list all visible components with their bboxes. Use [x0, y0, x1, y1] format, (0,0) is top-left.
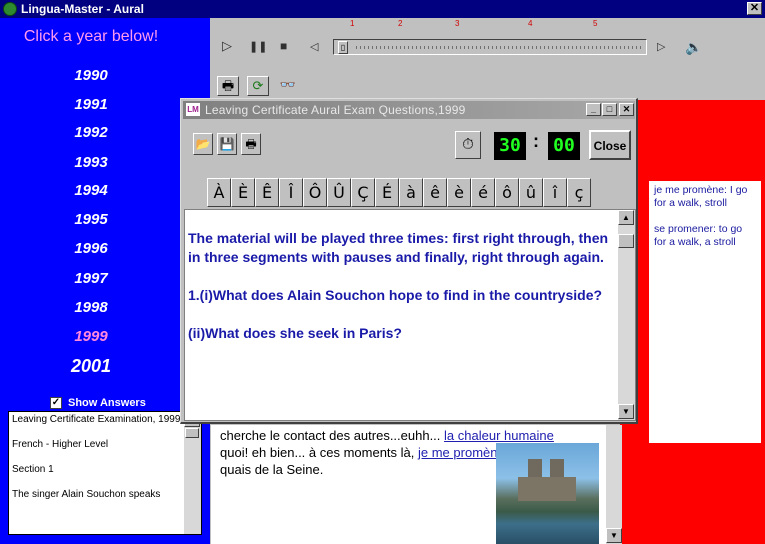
vocab-link-chaleur-humaine[interactable]: la chaleur humaine	[444, 428, 554, 443]
stop-icon[interactable]: ■	[280, 39, 287, 53]
question-paragraph: (ii)What does she seek in Paris?	[188, 325, 402, 341]
year-link-1999[interactable]: 1999	[0, 328, 182, 345]
year-link-1998[interactable]: 1998	[0, 299, 182, 316]
scroll-down-arrow-icon[interactable]: ▼	[606, 528, 622, 543]
window-close-button[interactable]: ✕	[747, 2, 762, 15]
year-link-1991[interactable]: 1991	[0, 96, 182, 113]
stopwatch-icon[interactable]: ⏱	[455, 131, 481, 159]
exam-info-box: Leaving Certificate Examination, 1999 Fr…	[8, 411, 202, 535]
accent-button[interactable]: Ô	[303, 178, 327, 207]
year-link-1994[interactable]: 1994	[0, 182, 182, 199]
year-link-1996[interactable]: 1996	[0, 240, 182, 257]
questions-text: The material will be played three times:…	[188, 229, 613, 362]
show-answers-checkbox[interactable]: ✓	[50, 397, 62, 409]
info-line: The singer Alain Souchon speaks	[12, 489, 161, 500]
timer-minutes: 30	[494, 132, 526, 160]
accent-button[interactable]: ê	[423, 178, 447, 207]
accent-button[interactable]: ô	[495, 178, 519, 207]
secondary-toolbar: 🖶 ⟳ 👓	[211, 70, 765, 100]
info-line: Leaving Certificate Examination, 1999	[12, 414, 181, 425]
accent-button[interactable]: û	[519, 178, 543, 207]
vocabulary-box: je me promène: I go for a walk, stroll s…	[649, 181, 761, 443]
year-link-1995[interactable]: 1995	[0, 211, 182, 228]
transcript-area: cherche le contact des autres...euhh... …	[211, 425, 621, 544]
notre-dame-photo	[496, 443, 599, 544]
questions-scrollbar[interactable]: ▲ ▼	[618, 210, 635, 420]
lm-logo-icon: LM	[186, 103, 200, 116]
refresh-icon[interactable]: ⟳	[247, 76, 269, 96]
info-line: Section 1	[12, 464, 54, 475]
scroll-thumb[interactable]	[185, 428, 199, 438]
playback-slider[interactable]: ▯	[333, 39, 647, 55]
year-link-1990[interactable]: 1990	[0, 67, 182, 84]
print-icon[interactable]: 🖶	[217, 76, 239, 96]
year-link-1992[interactable]: 1992	[0, 124, 182, 141]
window-title: Lingua-Master - Aural	[21, 2, 144, 16]
accent-button[interactable]: î	[543, 178, 567, 207]
vocab-link-je-me-promene[interactable]: je me promène	[418, 445, 505, 460]
accent-button[interactable]: è	[447, 178, 471, 207]
speaker-icon[interactable]: 🔈	[685, 39, 702, 56]
main-title-bar: Lingua-Master - Aural ✕	[0, 0, 765, 18]
accent-button[interactable]: Ç	[351, 178, 375, 207]
dialog-maximize-button[interactable]: □	[602, 103, 617, 116]
accent-button[interactable]: ç	[567, 178, 591, 207]
info-line: French - Higher Level	[12, 439, 109, 450]
year-panel-heading: Click a year below!	[23, 28, 159, 45]
show-answers-label: Show Answers	[68, 397, 146, 409]
accent-button[interactable]: É	[375, 178, 399, 207]
accent-button[interactable]: é	[471, 178, 495, 207]
accent-character-bar: À È Ê Î Ô Û Ç É à ê è é ô û î ç	[207, 178, 591, 207]
dialog-minimize-button[interactable]: _	[586, 103, 601, 116]
year-link-1993[interactable]: 1993	[0, 154, 182, 171]
accent-button[interactable]: À	[207, 178, 231, 207]
binoculars-icon[interactable]: 👓	[277, 76, 299, 96]
show-answers-toggle[interactable]: ✓ Show Answers	[50, 396, 146, 410]
accent-button[interactable]: à	[399, 178, 423, 207]
transcript-line-1: cherche le contact des autres...euhh...	[220, 428, 445, 443]
open-folder-icon[interactable]: 📂	[193, 133, 213, 155]
transcript-line-2: quoi! eh bien... à ces moments là,	[220, 445, 418, 460]
year-link-1997[interactable]: 1997	[0, 270, 182, 287]
next-segment-icon[interactable]: ▷	[657, 40, 665, 53]
dialog-title: Leaving Certificate Aural Exam Questions…	[205, 103, 466, 117]
slider-thumb[interactable]: ▯	[338, 41, 348, 54]
accent-button[interactable]: Î	[279, 178, 303, 207]
vocab-entry: je me promène: I go for a walk, stroll	[654, 184, 748, 209]
segment-marker: 4	[528, 19, 533, 28]
year-panel: Click a year below! 1990 1991 1992 1993 …	[0, 18, 210, 544]
info-scrollbar[interactable]: ▲	[184, 412, 201, 534]
accent-button[interactable]: Û	[327, 178, 351, 207]
accent-button[interactable]: È	[231, 178, 255, 207]
segment-marker: 1	[350, 19, 355, 28]
segment-marker: 5	[593, 19, 598, 28]
timer-seconds: 00	[548, 132, 580, 160]
app-icon	[3, 2, 17, 16]
segment-marker: 2	[398, 19, 403, 28]
close-button[interactable]: Close	[589, 130, 631, 160]
scroll-thumb[interactable]	[618, 234, 634, 248]
dialog-close-button[interactable]: ✕	[619, 103, 634, 116]
print-icon[interactable]: 🖶	[241, 133, 261, 155]
pause-icon[interactable]: ❚❚	[249, 40, 267, 53]
transcript-scrollbar[interactable]: ▼	[606, 425, 622, 544]
vocab-entry: se promener: to go for a walk, a stroll	[654, 223, 743, 248]
save-icon[interactable]: 💾	[217, 133, 237, 155]
question-paragraph: 1.(i)What does Alain Souchon hope to fin…	[188, 287, 603, 303]
previous-segment-icon[interactable]: ◁	[310, 40, 318, 53]
dialog-title-bar: LM Leaving Certificate Aural Exam Questi…	[183, 101, 635, 119]
timer-separator: :	[533, 131, 539, 151]
questions-text-area[interactable]: The material will be played three times:…	[184, 209, 636, 421]
play-icon[interactable]: ▷	[222, 38, 232, 54]
exam-questions-dialog: LM Leaving Certificate Aural Exam Questi…	[180, 98, 638, 424]
year-link-2001[interactable]: 2001	[0, 356, 182, 377]
question-paragraph: The material will be played three times:…	[188, 230, 609, 265]
slider-ticks	[356, 46, 642, 49]
scroll-down-arrow-icon[interactable]: ▼	[618, 404, 634, 419]
accent-button[interactable]: Ê	[255, 178, 279, 207]
scroll-up-arrow-icon[interactable]: ▲	[618, 210, 634, 225]
segment-marker: 3	[455, 19, 460, 28]
audio-player-bar: 1 2 3 4 5 ▷ ❚❚ ■ ◁ ▯ ▷ 🔈	[211, 18, 765, 68]
